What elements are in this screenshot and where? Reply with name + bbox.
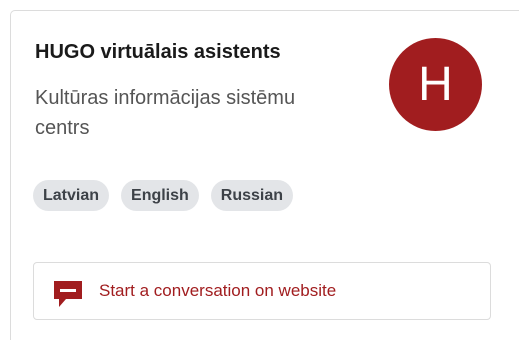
start-conversation-button[interactable]: Start a conversation on website bbox=[33, 262, 491, 320]
organization-name: Kultūras informācijas sistēmu centrs bbox=[35, 87, 296, 139]
language-tag-latvian: Latvian bbox=[33, 180, 110, 211]
assistant-title: HUGO virtuālais asistents bbox=[35, 41, 281, 63]
assistant-card: HUGO virtuālais asistents Kultūras infor… bbox=[10, 10, 519, 340]
chat-bubble-icon bbox=[52, 279, 84, 309]
language-tag-english: English bbox=[121, 180, 199, 211]
language-tag-russian: Russian bbox=[210, 180, 294, 211]
start-conversation-label: Start a conversation on website bbox=[99, 281, 337, 300]
language-tags: Latvian English Russian bbox=[33, 180, 294, 211]
avatar: H bbox=[389, 38, 482, 131]
